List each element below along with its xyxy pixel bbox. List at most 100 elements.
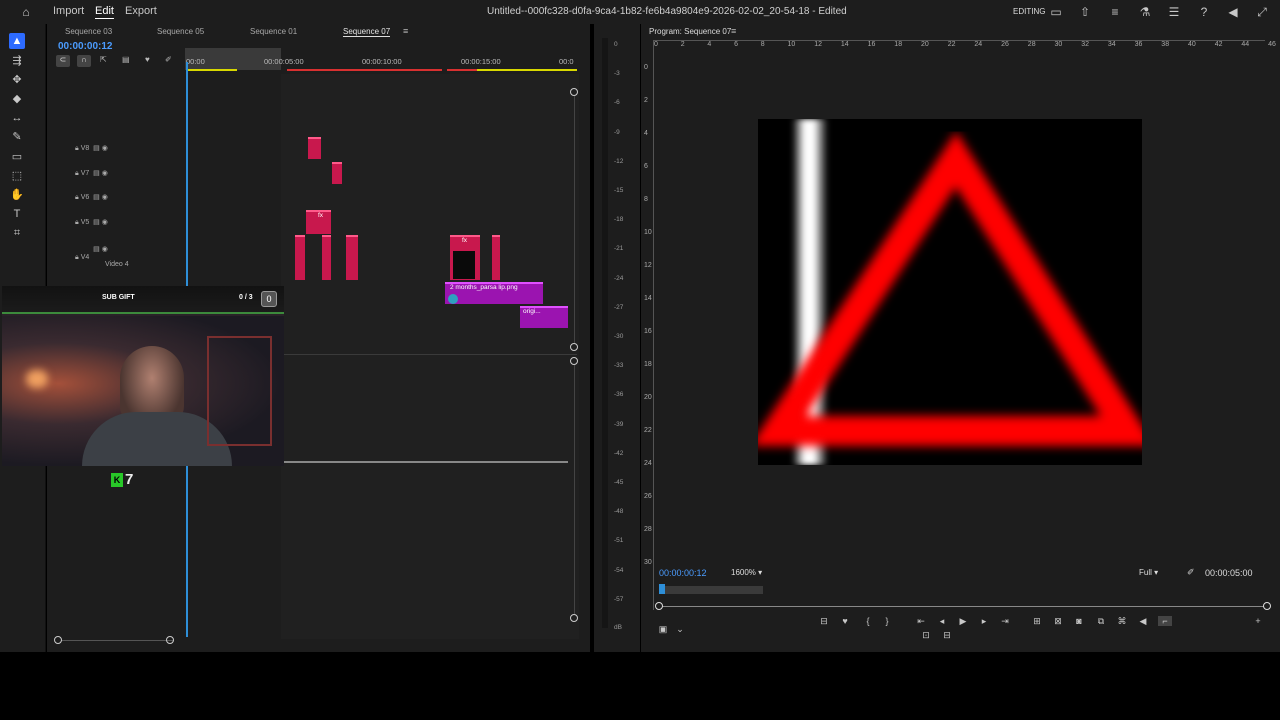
- clip[interactable]: [295, 235, 305, 280]
- compare-icon[interactable]: ⧉: [1094, 616, 1108, 627]
- go-to-in-icon[interactable]: ⇤: [914, 616, 928, 627]
- sync-icon[interactable]: ▤: [93, 170, 100, 177]
- eye-icon[interactable]: ◉: [102, 219, 108, 226]
- wrench-icon[interactable]: ✐: [165, 55, 172, 64]
- fullscreen-icon[interactable]: ⤢: [1254, 4, 1270, 20]
- caption-tool-icon[interactable]: ⌗: [9, 225, 25, 241]
- help-icon[interactable]: ?: [1196, 4, 1212, 20]
- share-icon[interactable]: ⇧: [1077, 4, 1093, 20]
- go-to-out-icon[interactable]: ⇥: [998, 616, 1012, 627]
- settings-icon[interactable]: ▣: [656, 624, 670, 635]
- loop-icon[interactable]: ⊡: [919, 630, 933, 641]
- home-icon[interactable]: ⌂: [18, 4, 34, 20]
- overwrite-icon[interactable]: ⊠: [1051, 616, 1065, 627]
- sync-icon[interactable]: ▤: [93, 246, 100, 253]
- eye-icon[interactable]: ◉: [102, 246, 108, 253]
- hand-icon[interactable]: ✋: [9, 187, 25, 203]
- lock-icon[interactable]: 🔒︎: [75, 219, 79, 226]
- v-scrollbar[interactable]: [574, 365, 575, 614]
- razor-icon[interactable]: ◆: [9, 91, 25, 107]
- tab-sequence-05[interactable]: Sequence 05: [157, 27, 204, 36]
- ripple-edit-icon[interactable]: ✥: [9, 72, 25, 88]
- track-select-icon[interactable]: ⇶: [9, 53, 25, 69]
- quality-select[interactable]: Full ▾: [1139, 568, 1158, 577]
- scrub-handle-left[interactable]: [655, 602, 663, 610]
- program-timecode[interactable]: 00:00:00:12: [659, 568, 707, 578]
- menu-export[interactable]: Export: [125, 5, 157, 17]
- zoom-select[interactable]: 1600% ▾: [731, 568, 762, 577]
- marker-icon[interactable]: ♥: [145, 55, 150, 64]
- h-scrollbar[interactable]: [61, 640, 173, 641]
- clip[interactable]: fx: [306, 210, 331, 234]
- eye-icon[interactable]: ◉: [102, 170, 108, 177]
- scroll-handle[interactable]: [570, 343, 578, 351]
- comment-icon[interactable]: ☰: [1166, 4, 1182, 20]
- workspace-label[interactable]: EDITING: [1013, 7, 1045, 16]
- flask-icon[interactable]: ⚗: [1137, 4, 1153, 20]
- step-back-icon[interactable]: ◂: [935, 616, 949, 627]
- clip[interactable]: [492, 235, 500, 280]
- slip-icon[interactable]: ↔: [9, 110, 25, 126]
- clip-png[interactable]: 2 months_parsa lip.png: [445, 282, 543, 304]
- zoom-handle-right[interactable]: [166, 636, 174, 644]
- camera-icon[interactable]: ◙: [1072, 616, 1086, 626]
- insert-icon[interactable]: ⇱: [100, 55, 107, 64]
- tab-sequence-03[interactable]: Sequence 03: [65, 27, 112, 36]
- clip[interactable]: [322, 235, 331, 280]
- marquee-icon[interactable]: ⬚: [9, 168, 25, 184]
- menu-import[interactable]: Import: [53, 5, 84, 17]
- mark-in-icon[interactable]: {: [861, 616, 875, 626]
- menu-lines-icon[interactable]: ≡: [1107, 4, 1123, 20]
- rectangle-icon[interactable]: ▭: [9, 149, 25, 165]
- sync-icon[interactable]: ▤: [93, 194, 100, 201]
- step-forward-icon[interactable]: ▸: [977, 616, 991, 627]
- link-icon[interactable]: ∩: [77, 55, 91, 67]
- pen-icon[interactable]: ✎: [9, 129, 25, 145]
- scroll-handle[interactable]: [570, 357, 578, 365]
- safe-margins-icon[interactable]: ⌘: [1115, 616, 1129, 627]
- insert-icon[interactable]: ⊞: [1030, 616, 1044, 627]
- lock-icon[interactable]: 🔒︎: [75, 194, 79, 201]
- lock-icon[interactable]: 🔒︎: [75, 145, 79, 152]
- scrub-handle-right[interactable]: [1263, 602, 1271, 610]
- zoom-handle-left[interactable]: [54, 636, 62, 644]
- workspaces-icon[interactable]: ▭: [1048, 4, 1064, 20]
- timeline-timecode[interactable]: 00:00:00:12: [58, 41, 112, 52]
- export-frame-icon[interactable]: ⊟: [940, 630, 954, 641]
- tab-sequence-07[interactable]: Sequence 07: [343, 27, 391, 37]
- sync-icon[interactable]: ▤: [93, 219, 100, 226]
- sync-icon[interactable]: ▤: [93, 145, 100, 152]
- eye-icon[interactable]: ◉: [102, 194, 108, 201]
- snap-icon[interactable]: ⊂: [56, 55, 70, 67]
- clip[interactable]: [332, 162, 342, 184]
- clip[interactable]: [308, 137, 321, 159]
- scrub-bar[interactable]: [659, 606, 1269, 607]
- selection-tool-icon[interactable]: ▲: [9, 33, 25, 49]
- eye-icon[interactable]: ◉: [102, 145, 108, 152]
- clip[interactable]: fx: [450, 235, 480, 280]
- scroll-handle[interactable]: [570, 614, 578, 622]
- clip-orig[interactable]: origi...: [520, 306, 568, 328]
- lift-icon[interactable]: ⊟: [817, 616, 831, 627]
- type-tool-icon[interactable]: T: [9, 206, 25, 222]
- menu-edit[interactable]: Edit: [95, 5, 114, 17]
- proxy-icon[interactable]: ⌐: [1158, 616, 1172, 626]
- nest-icon[interactable]: ▤: [122, 55, 130, 64]
- add-button-icon[interactable]: +: [1251, 616, 1265, 626]
- mark-out-icon[interactable]: }: [880, 616, 894, 626]
- tab-sequence-01[interactable]: Sequence 01: [250, 27, 297, 36]
- v-scrollbar[interactable]: [574, 96, 575, 343]
- lock-icon[interactable]: 🔒︎: [75, 170, 79, 177]
- clip[interactable]: [346, 235, 358, 280]
- volume-icon[interactable]: ◀: [1136, 616, 1150, 627]
- add-marker-icon[interactable]: ♥: [838, 616, 852, 626]
- scroll-handle[interactable]: [570, 88, 578, 96]
- panel-menu-icon[interactable]: ≡: [731, 26, 736, 36]
- keyframe-icon[interactable]: [448, 294, 458, 304]
- program-playhead[interactable]: [659, 584, 665, 594]
- lock-icon[interactable]: 🔒︎: [75, 254, 79, 261]
- tab-menu-icon[interactable]: ≡: [403, 26, 408, 36]
- play-icon[interactable]: ▶: [956, 616, 970, 627]
- chevron-down-icon[interactable]: ⌄: [673, 624, 687, 635]
- video-frame[interactable]: [758, 119, 1142, 465]
